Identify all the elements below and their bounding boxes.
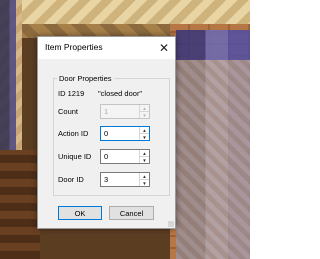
cancel-button[interactable]: Cancel [109,206,154,220]
unique-id-label: Unique ID [58,152,92,161]
resize-grip-icon[interactable] [168,221,174,227]
unique-id-value[interactable]: 0 [104,152,108,161]
count-value: 1 [104,107,109,116]
action-id-value[interactable]: 0 [104,129,108,138]
chevron-down-icon[interactable]: ▼ [140,157,149,163]
action-id-label: Action ID [58,129,89,138]
action-id-spin-arrows[interactable]: ▲ ▼ [139,127,149,140]
chevron-up-icon[interactable]: ▲ [140,173,149,180]
map-roof-strip [0,0,250,24]
door-id-label: Door ID [58,175,84,184]
door-properties-title: Door Properties [57,74,114,83]
chevron-up-icon[interactable]: ▲ [140,127,149,134]
unique-id-input[interactable]: 0 ▲ ▼ [100,149,150,164]
map-tan-strip [176,60,250,259]
dialog-titlebar[interactable]: Item Properties ✕ [38,37,175,59]
chevron-up-icon: ▲ [140,105,149,112]
close-icon: ✕ [158,41,170,55]
door-id-input[interactable]: 3 ▲ ▼ [100,172,150,187]
item-name-label: "closed door" [98,89,143,98]
chevron-down-icon[interactable]: ▼ [140,180,149,186]
chevron-down-icon[interactable]: ▼ [140,134,149,140]
map-wood-floor [0,150,40,259]
unique-id-spin-arrows[interactable]: ▲ ▼ [139,150,149,163]
door-id-value[interactable]: 3 [104,175,108,184]
ok-button[interactable]: OK [58,206,102,220]
dialog-title: Item Properties [45,42,103,52]
count-spinbox: 1 ▲ ▼ [100,104,150,119]
count-spin-arrows: ▲ ▼ [139,105,149,118]
chevron-down-icon: ▼ [142,112,147,118]
action-id-input[interactable]: 0 ▲ ▼ [100,126,150,141]
close-button[interactable]: ✕ [155,39,173,57]
item-id-label: ID 1219 [58,89,85,98]
door-id-spin-arrows[interactable]: ▲ ▼ [139,173,149,186]
chevron-up-icon[interactable]: ▲ [140,150,149,157]
count-label: Count [58,107,79,116]
